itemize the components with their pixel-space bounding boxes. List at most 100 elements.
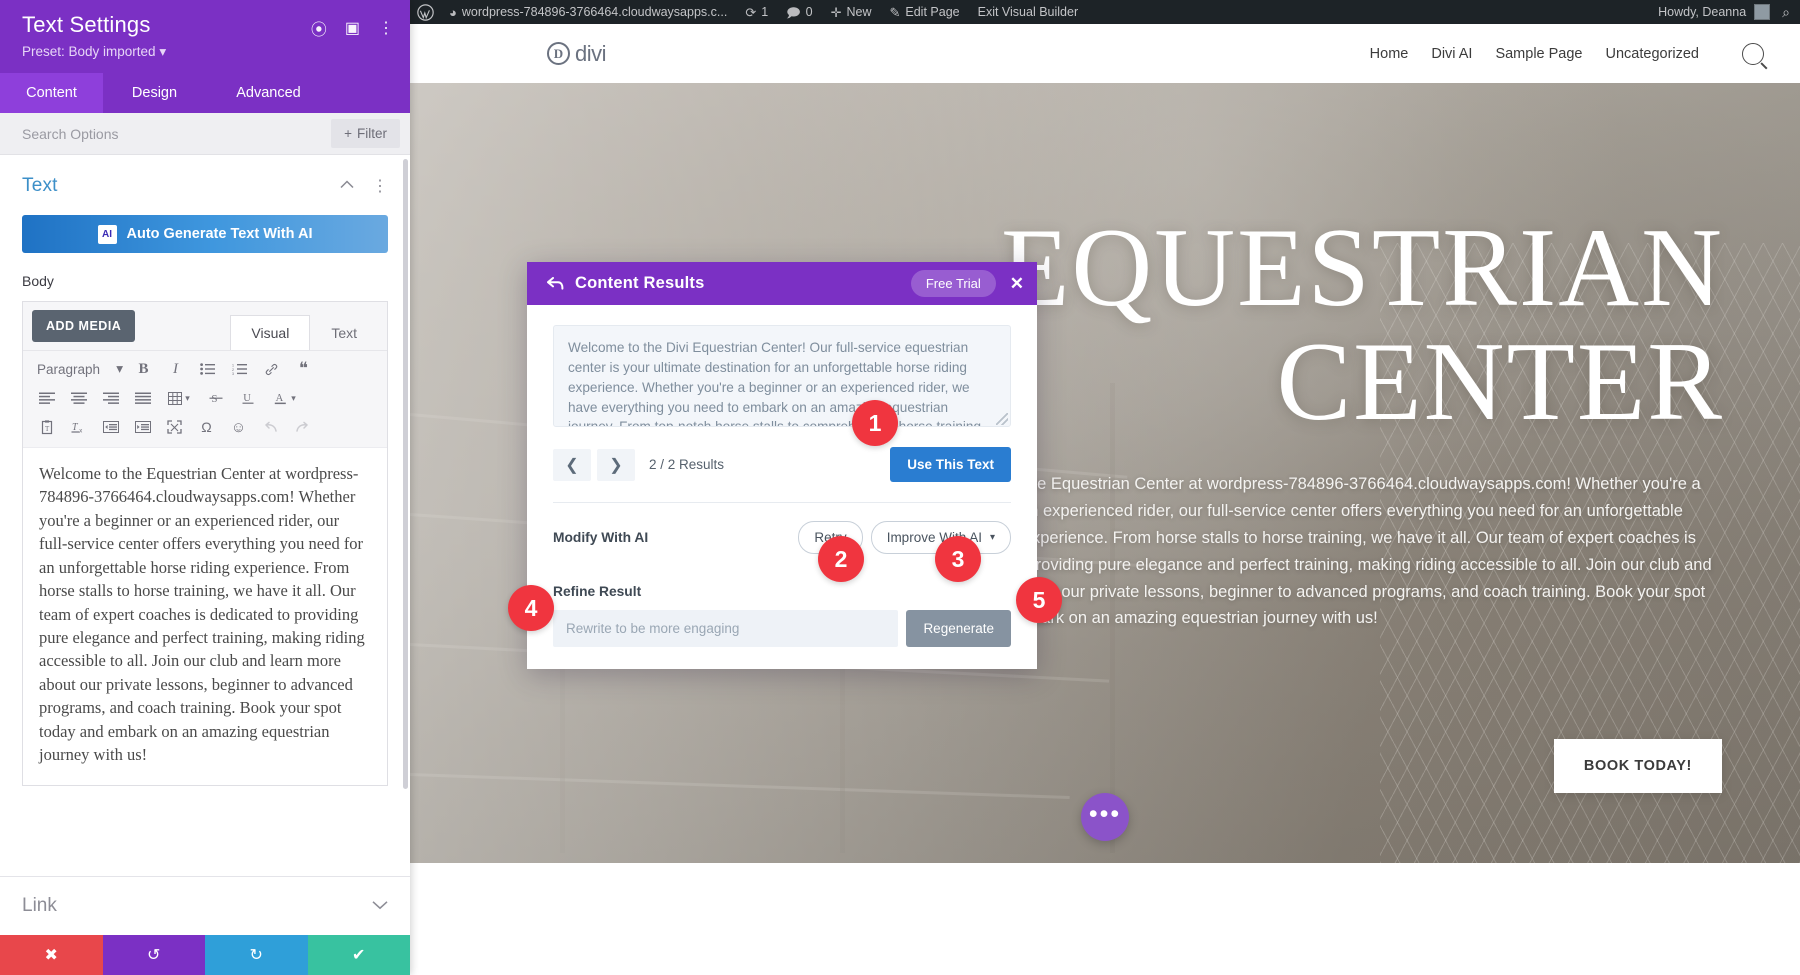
toolbar-row-1: Paragraph ▾ B I 123 <box>31 356 379 382</box>
site-header: D divi Home Divi AI Sample Page Uncatego… <box>410 24 1800 83</box>
blockquote-icon[interactable]: ❝ <box>288 356 319 382</box>
result-textarea[interactable]: Welcome to the Divi Equestrian Center! O… <box>553 325 1011 427</box>
more-vertical-icon[interactable]: ⋮ <box>378 18 394 38</box>
clear-formatting-icon[interactable]: Tx <box>63 414 94 440</box>
chevron-down-icon[interactable] <box>372 897 388 915</box>
chevron-up-icon[interactable] <box>340 176 354 196</box>
refine-result-row: Rewrite to be more engaging Regenerate <box>553 610 1011 647</box>
admin-bar-comments[interactable]: 🗩 0 <box>777 0 821 24</box>
refine-result-input[interactable]: Rewrite to be more engaging <box>553 610 898 647</box>
toolbar-row-2: ▾ S U A ▾ <box>31 385 379 411</box>
admin-bar-new[interactable]: ✛ New <box>822 0 881 24</box>
search-input[interactable]: Search Options <box>0 126 331 142</box>
refine-result-label: Refine Result <box>553 584 1011 599</box>
back-arrow-icon[interactable] <box>547 277 564 290</box>
regenerate-button[interactable]: Regenerate <box>906 610 1011 647</box>
tab-design[interactable]: Design <box>103 73 206 113</box>
tab-advanced[interactable]: Advanced <box>206 73 331 113</box>
nav-item-divi-ai[interactable]: Divi AI <box>1431 46 1472 62</box>
outdent-icon[interactable] <box>95 414 126 440</box>
modify-with-ai-label: Modify With AI <box>553 530 648 545</box>
align-left-icon[interactable] <box>31 385 62 411</box>
redo-button[interactable]: ↻ <box>205 935 308 975</box>
text-color-icon[interactable]: A ▾ <box>264 385 306 411</box>
chevron-right-icon[interactable]: ❯ <box>597 449 635 481</box>
content-results-modal: Content Results Free Trial ✕ Welcome to … <box>527 262 1037 669</box>
undo-icon[interactable] <box>255 414 286 440</box>
panel-tabs: Content Design Advanced <box>0 73 410 113</box>
emoji-icon[interactable]: ☺ <box>223 414 254 440</box>
numbered-list-icon[interactable]: 123 <box>224 356 255 382</box>
toolbar-row-3: T Tx <box>31 414 379 440</box>
admin-bar-edit-page[interactable]: ✎ Edit Page <box>880 0 968 24</box>
body-textarea[interactable]: Welcome to the Equestrian Center at word… <box>23 447 387 785</box>
preset-selector[interactable]: Preset: Body imported ▾ <box>22 44 394 60</box>
auto-generate-text-with-ai-button[interactable]: AI Auto Generate Text With AI <box>22 215 388 253</box>
svg-text:1: 1 <box>232 363 234 367</box>
paragraph-format-select[interactable]: Paragraph ▾ <box>31 356 127 382</box>
section-more-glyph[interactable]: ⋮ <box>372 176 388 196</box>
search-magnifier-icon[interactable] <box>1742 43 1764 65</box>
italic-icon[interactable]: I <box>160 356 191 382</box>
align-justify-icon[interactable] <box>127 385 158 411</box>
admin-bar-updates[interactable]: ⟳ 1 <box>736 0 777 24</box>
add-media-button[interactable]: ADD MEDIA <box>32 310 135 342</box>
link-section[interactable]: Link <box>0 876 410 935</box>
use-this-text-button[interactable]: Use This Text <box>890 447 1011 482</box>
special-character-icon[interactable]: Ω <box>191 414 222 440</box>
admin-bar-howdy-label: Howdy, Deanna <box>1658 5 1746 19</box>
nav-item-uncategorized[interactable]: Uncategorized <box>1606 46 1700 62</box>
align-right-icon[interactable] <box>95 385 126 411</box>
panel-footer-actions: ✖ ↺ ↻ ✔ <box>0 935 410 975</box>
site-logo-text: divi <box>575 41 606 67</box>
resize-handle[interactable] <box>996 413 1008 425</box>
modal-header: Content Results Free Trial ✕ <box>527 262 1037 305</box>
panel-scrollbar[interactable] <box>403 159 408 789</box>
admin-bar-site-name[interactable]: ◕ wordpress-784896-3766464.cloudwaysapps… <box>440 0 736 24</box>
text-section: Text more-vertical-icon ⋮ AI Auto Genera… <box>0 155 410 786</box>
wordpress-logo-icon[interactable] <box>410 4 440 21</box>
hero-title-line-2: CENTER <box>1001 325 1724 439</box>
book-today-button[interactable]: BOOK TODAY! <box>1554 739 1722 793</box>
svg-text:U: U <box>243 393 251 404</box>
nav-item-home[interactable]: Home <box>1370 46 1409 62</box>
svg-text:3: 3 <box>232 372 234 375</box>
tab-content[interactable]: Content <box>0 73 103 113</box>
discard-button[interactable]: ✖ <box>0 935 103 975</box>
results-count-label: 2 / 2 Results <box>649 457 724 472</box>
bold-icon[interactable]: B <box>128 356 159 382</box>
layout-columns-icon[interactable]: ▣ <box>345 18 360 38</box>
align-center-icon[interactable] <box>63 385 94 411</box>
fullscreen-icon[interactable] <box>159 414 190 440</box>
svg-text:T: T <box>72 422 79 433</box>
avatar <box>1754 4 1770 20</box>
nav-item-sample-page[interactable]: Sample Page <box>1495 46 1582 62</box>
bullet-list-icon[interactable] <box>192 356 223 382</box>
site-logo[interactable]: D divi <box>547 41 606 67</box>
table-icon[interactable]: ▾ <box>159 385 199 411</box>
focus-target-icon[interactable]: ⦿ <box>311 16 327 40</box>
editor-toolbar: Paragraph ▾ B I 123 <box>23 350 387 447</box>
close-icon[interactable]: ✕ <box>1010 274 1024 294</box>
admin-bar-account[interactable]: Howdy, Deanna <box>1649 0 1778 24</box>
underline-icon[interactable]: U <box>232 385 263 411</box>
chevron-left-icon[interactable]: ❮ <box>553 449 591 481</box>
ellipsis-icon[interactable]: ••• <box>1081 793 1129 841</box>
search-icon[interactable]: ⌕ <box>1778 4 1800 21</box>
tab-text[interactable]: Text <box>310 315 378 350</box>
filter-button[interactable]: + Filter <box>331 119 400 148</box>
wp-admin-bar: ◕ wordpress-784896-3766464.cloudwaysapps… <box>410 0 1800 24</box>
undo-button[interactable]: ↺ <box>103 935 206 975</box>
tab-visual[interactable]: Visual <box>230 315 310 350</box>
indent-icon[interactable] <box>127 414 158 440</box>
paste-as-text-icon[interactable]: T <box>31 414 62 440</box>
redo-icon[interactable] <box>287 414 318 440</box>
filter-button-label: Filter <box>357 126 387 141</box>
editor-mode-tabs: Visual Text <box>230 315 378 350</box>
admin-bar-exit-visual-builder[interactable]: Exit Visual Builder <box>969 0 1088 24</box>
save-button[interactable]: ✔ <box>308 935 411 975</box>
svg-text:S: S <box>211 393 217 405</box>
link-icon[interactable] <box>256 356 287 382</box>
strikethrough-icon[interactable]: S <box>200 385 231 411</box>
free-trial-badge[interactable]: Free Trial <box>911 270 996 297</box>
